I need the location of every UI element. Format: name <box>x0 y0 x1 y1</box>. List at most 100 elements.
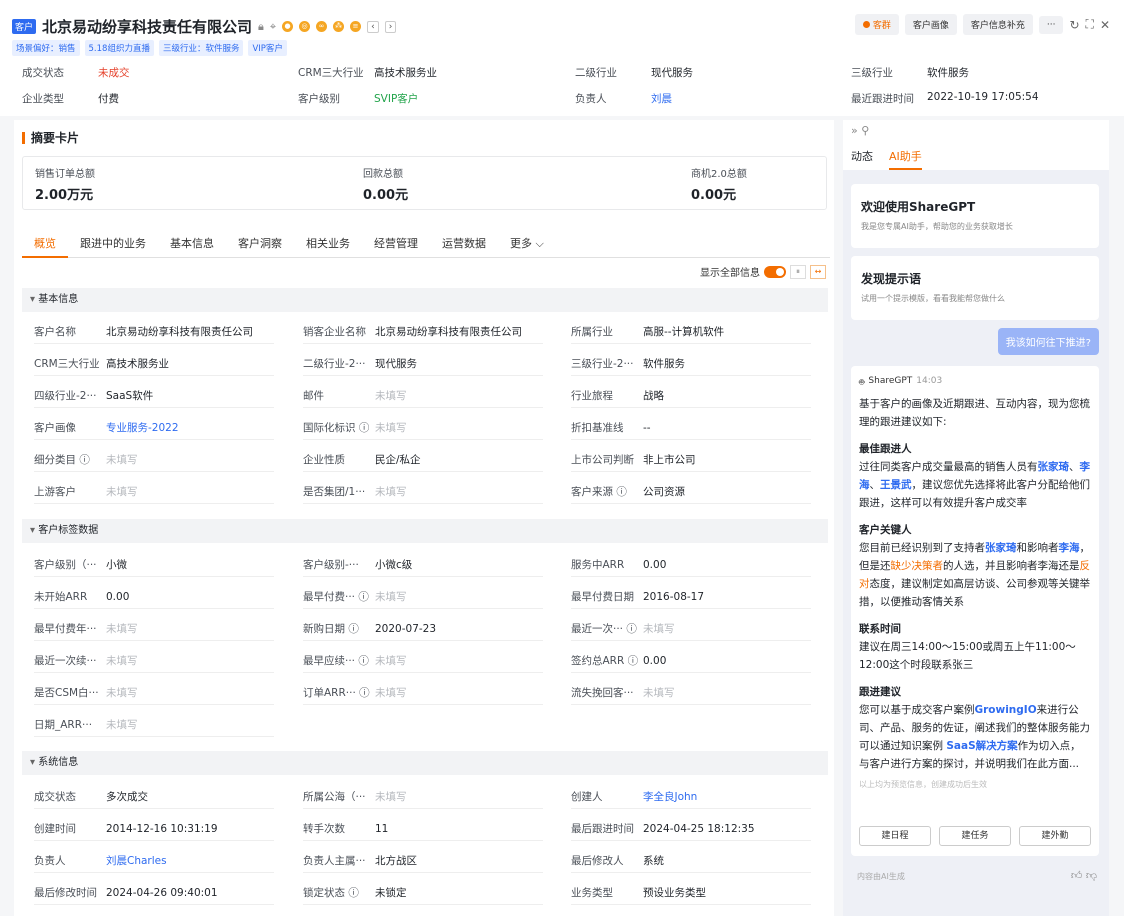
field: 最后修改时间 2024-04-26 09:40:01 <box>34 881 274 905</box>
field: 销客企业名称 北京易动纷享科技有限责任公司 <box>303 320 543 344</box>
tag-icon[interactable]: ⌖ <box>270 20 276 34</box>
show-all-toggle[interactable]: 显示全部信息 ⏸ ↔ <box>700 264 826 279</box>
fullscreen-icon[interactable]: ⛶ <box>1086 17 1094 32</box>
field: 订单ARR··· ⓘ 未填写 <box>303 681 543 705</box>
summary-box: 销售订单总额 2.00万元 回款总额 0.00元 商机2.0总额 0.00元 <box>22 156 827 210</box>
header-tag: 场景偏好：销售 <box>12 40 80 56</box>
collapse-icon[interactable]: » ⚲ <box>851 124 869 137</box>
field: 企业性质 民企/私企 <box>303 448 543 472</box>
target-icon[interactable]: ◎ <box>299 21 311 32</box>
field: CRM三大行业 高技术服务业 <box>34 352 274 376</box>
tab-overview[interactable]: 概览 <box>22 236 68 258</box>
expand-icon[interactable]: ↔ <box>810 264 826 279</box>
field: 日期_ARR··· 未填写 <box>34 713 274 737</box>
lock-icon: 🔒︎ <box>258 19 264 33</box>
field: 最早付费··· ⓘ 未填写 <box>303 585 543 609</box>
ai-answer: 🤖︎ ShareGPT 14:03 基于客户的画像及近期跟进、互动内容，现为您梳理的… <box>851 366 1099 856</box>
field: 邮件 未填写 <box>303 384 543 408</box>
tab-activity[interactable]: 动态 <box>851 148 873 170</box>
header-tag: 三级行业：软件服务 <box>158 40 244 56</box>
page-title: 北京易动纷享科技责任有限公司 <box>42 18 253 36</box>
prev-icon[interactable]: ‹ <box>367 20 379 33</box>
welcome-card: 欢迎使用ShareGPT 我是您专属AI助手，帮助您的业务获取增长 <box>851 184 1099 248</box>
field: 最近一次续··· 未填写 <box>34 649 274 673</box>
field: 客户来源 ⓘ 公司资源 <box>571 480 811 504</box>
field: 上市公司判断 非上市公司 <box>571 448 811 472</box>
field: 负责人主属··· 北方战区 <box>303 849 543 873</box>
section-tags[interactable]: 客户标签数据 <box>22 519 828 543</box>
main-panel: 摘要卡片 销售订单总额 2.00万元 回款总额 0.00元 商机2.0总额 0.00元… <box>14 120 834 916</box>
link-icon[interactable]: ∞ <box>316 21 328 32</box>
field: 未开始ARR 0.00 <box>34 585 274 609</box>
field: 最早付费年··· 未填写 <box>34 617 274 641</box>
field: 上游客户 未填写 <box>34 480 274 504</box>
tab-ai[interactable]: AI助手 <box>889 148 922 170</box>
tab-data[interactable]: 运营数据 <box>430 236 498 258</box>
field-last-followup: 最近跟进时间 2022-10-19 17:05:54 <box>851 91 1039 105</box>
field-industry-3: 三级行业 软件服务 <box>851 67 969 79</box>
close-icon[interactable]: ✕ <box>1100 18 1110 32</box>
field: 最后跟进时间 2024-04-25 18:12:35 <box>571 817 811 841</box>
ai-body: 欢迎使用ShareGPT 我是您专属AI助手，帮助您的业务获取增长 发现提示语 试用… <box>843 170 1109 916</box>
header: 客户 北京易动纷享科技责任有限公司 🔒︎ ⌖ ● ◎ ∞ ⁂ ≡ ‹ › 客群 … <box>0 0 1124 116</box>
field: 最近一次··· ⓘ 未填写 <box>571 617 811 641</box>
toggle-switch[interactable] <box>764 265 786 278</box>
field: 折扣基准线 -- <box>571 416 811 440</box>
thumbs-icon[interactable]: 👍︎ 👎︎ <box>1071 869 1097 882</box>
ai-footer: 内容由AI生成 <box>857 872 905 881</box>
location-icon[interactable]: ● <box>282 21 294 32</box>
field: 创建时间 2014-12-16 10:31:19 <box>34 817 274 841</box>
tab-insight[interactable]: 客户洞察 <box>226 236 294 258</box>
summary-title: 摘要卡片 <box>22 129 79 146</box>
field: 客户名称 北京易动纷享科技有限责任公司 <box>34 320 274 344</box>
create-schedule-button[interactable]: 建日程 <box>859 826 931 846</box>
create-visit-button[interactable]: 建外勤 <box>1019 826 1091 846</box>
field: 客户级别-··· 小微c级 <box>303 553 543 577</box>
field: 所属行业 高服--计算机软件 <box>571 320 811 344</box>
field: 四级行业-2··· SaaS软件 <box>34 384 274 408</box>
field: 行业旅程 战略 <box>571 384 811 408</box>
tab-following[interactable]: 跟进中的业务 <box>68 236 158 258</box>
summary-item: 销售订单总额 2.00万元 <box>35 169 95 203</box>
column-icon[interactable]: ⏸ <box>790 264 806 279</box>
field-customer-level: 客户级别 SVIP客户 <box>298 93 419 105</box>
prompt-card[interactable]: 发现提示语 试用一个提示模版，看看我能帮您做什么 <box>851 256 1099 320</box>
field-company-type: 企业类型 付费 <box>22 93 119 105</box>
tab-operation[interactable]: 经营管理 <box>362 236 430 258</box>
field: 最早应续··· ⓘ 未填写 <box>303 649 543 673</box>
section-basic[interactable]: 基本信息 <box>22 288 828 312</box>
section-system[interactable]: 系统信息 <box>22 751 828 775</box>
field: 客户级别（··· 小微 <box>34 553 274 577</box>
create-task-button[interactable]: 建任务 <box>939 826 1011 846</box>
supplement-button[interactable]: 客户信息补充 <box>962 14 1033 35</box>
field: 业务类型 预设业务类型 <box>571 881 811 905</box>
field: 是否集团/1··· 未填写 <box>303 480 543 504</box>
more-icon[interactable]: ··· <box>1038 15 1064 34</box>
field: 转手次数 11 <box>303 817 543 841</box>
next-icon[interactable]: › <box>384 20 397 33</box>
field: 锁定状态 ⓘ 未锁定 <box>303 881 543 905</box>
customer-pool-button[interactable]: 客群 <box>854 14 899 35</box>
org-icon[interactable]: ⁂ <box>333 21 345 32</box>
field-crm-industry: CRM三大行业 高技术服务业 <box>298 67 437 79</box>
settings-icon[interactable]: ≡ <box>350 21 362 32</box>
field: 最早付费日期 2016-08-17 <box>571 585 811 609</box>
field: 二级行业-2··· 现代服务 <box>303 352 543 376</box>
field: 签约总ARR ⓘ 0.00 <box>571 649 811 673</box>
right-tabs: 动态 AI助手 <box>851 148 922 170</box>
tab-more[interactable]: 更多 ⌵ <box>498 236 556 258</box>
refresh-icon[interactable]: ↻ <box>1069 18 1079 32</box>
tab-related[interactable]: 相关业务 <box>294 236 362 258</box>
field: 流失挽回客··· 未填写 <box>571 681 811 705</box>
field: 负责人 刘晨Charles <box>34 849 274 873</box>
portrait-button[interactable]: 客户画像 <box>904 14 957 35</box>
summary-item: 回款总额 0.00元 <box>363 169 409 203</box>
tab-basic[interactable]: 基本信息 <box>158 236 226 258</box>
detail-tabs: 概览 跟进中的业务 基本信息 客户洞察 相关业务 经营管理 运营数据 更多 ⌵ <box>22 236 830 258</box>
field: 所属公海（··· 未填写 <box>303 785 543 809</box>
field-owner: 负责人 刘晨 <box>575 93 672 105</box>
bot-icon: 🤖︎ <box>859 378 865 388</box>
field: 新购日期 ⓘ 2020-07-23 <box>303 617 543 641</box>
user-question: 我该如何往下推进? <box>997 328 1099 355</box>
ai-panel: » ⚲ 动态 AI助手 欢迎使用ShareGPT 我是您专属AI助手，帮助您的业务… <box>843 120 1109 916</box>
